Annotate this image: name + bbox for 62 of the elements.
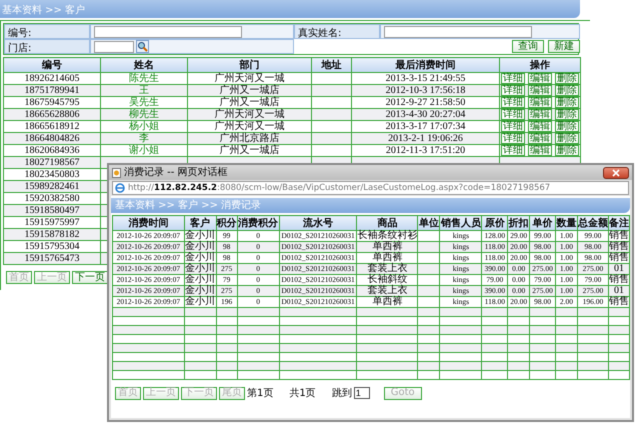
edit-button[interactable]: 编辑: [528, 121, 552, 132]
text-field[interactable]: [384, 26, 532, 38]
delete-button[interactable]: 删除: [555, 73, 579, 84]
table-cell: 15915765473: [4, 252, 100, 264]
field-label: 编号:: [4, 24, 90, 39]
delete-button[interactable]: 删除: [555, 109, 579, 120]
text-field[interactable]: [94, 26, 242, 38]
column-header: 折扣: [508, 216, 530, 230]
delete-button[interactable]: 删除: [555, 85, 579, 96]
column-header: 消费积分: [237, 216, 280, 230]
page-icon: [112, 168, 121, 178]
details-button[interactable]: 详细: [501, 133, 525, 144]
column-header: 单位: [418, 216, 440, 230]
column-header: 原价: [482, 216, 508, 230]
details-button[interactable]: 详细: [501, 109, 525, 120]
details-button[interactable]: 详细: [501, 145, 525, 156]
close-button[interactable]: [603, 166, 629, 178]
breadcrumb: 基本资料 >> 客户 >> 消费记录: [115, 200, 262, 211]
column-header: 单价: [530, 216, 556, 230]
edit-button[interactable]: 编辑: [528, 133, 552, 144]
column-header: 销售人员: [440, 216, 482, 230]
field-label: 门店:: [4, 39, 90, 54]
details-button[interactable]: 详细: [501, 121, 525, 132]
page-input[interactable]: 1: [354, 387, 370, 399]
delete-button[interactable]: 删除: [555, 121, 579, 132]
edit-button[interactable]: 编辑: [528, 73, 552, 84]
new-button[interactable]: 新建: [548, 40, 580, 53]
column-header: 最后消费时间: [352, 58, 500, 72]
column-header: 数量: [555, 216, 578, 230]
column-header: 商品: [356, 216, 418, 230]
column-header: 备注: [608, 216, 630, 230]
url-text: http://112.82.245.2:8080/scm-low/Base/VipCustomer/LaseCustomeLog.aspx?code=18027198567: [128, 183, 550, 193]
delete-button[interactable]: 删除: [555, 145, 579, 156]
edit-button[interactable]: 编辑: [528, 97, 552, 108]
details-button[interactable]: 详细: [501, 73, 525, 84]
window-title: 消费记录 -- 网页对话框: [124, 167, 228, 178]
close-icon: [612, 168, 620, 176]
column-header: 操作: [500, 58, 580, 72]
edit-button[interactable]: 编辑: [528, 85, 552, 96]
column-header: 流水号: [279, 216, 357, 230]
column-header: 部门: [188, 58, 312, 72]
breadcrumb: 基本资料 >> 客户: [2, 5, 86, 16]
pager-button[interactable]: 下一页: [72, 271, 108, 284]
edit-button[interactable]: 编辑: [528, 145, 552, 156]
jump-label: 跳到: [332, 386, 352, 400]
edit-button[interactable]: 编辑: [528, 109, 552, 120]
column-header: 姓名: [100, 58, 188, 72]
details-button[interactable]: 详细: [501, 85, 525, 96]
store-field[interactable]: [94, 40, 134, 52]
column-header: 客户: [184, 216, 216, 230]
globe-icon: [115, 183, 125, 193]
search-button[interactable]: 查询: [512, 40, 544, 53]
search-icon[interactable]: [136, 40, 149, 53]
delete-button[interactable]: 删除: [555, 133, 579, 144]
field-label: 真实姓名:: [294, 24, 380, 39]
total-label: 共1页: [289, 386, 316, 400]
column-header: 消费时间: [112, 216, 184, 230]
column-header: 编号: [4, 58, 100, 72]
column-header: 地址: [312, 58, 352, 72]
delete-button[interactable]: 删除: [555, 97, 579, 108]
page-label: 第1页: [247, 387, 274, 400]
details-button[interactable]: 详细: [501, 97, 525, 108]
